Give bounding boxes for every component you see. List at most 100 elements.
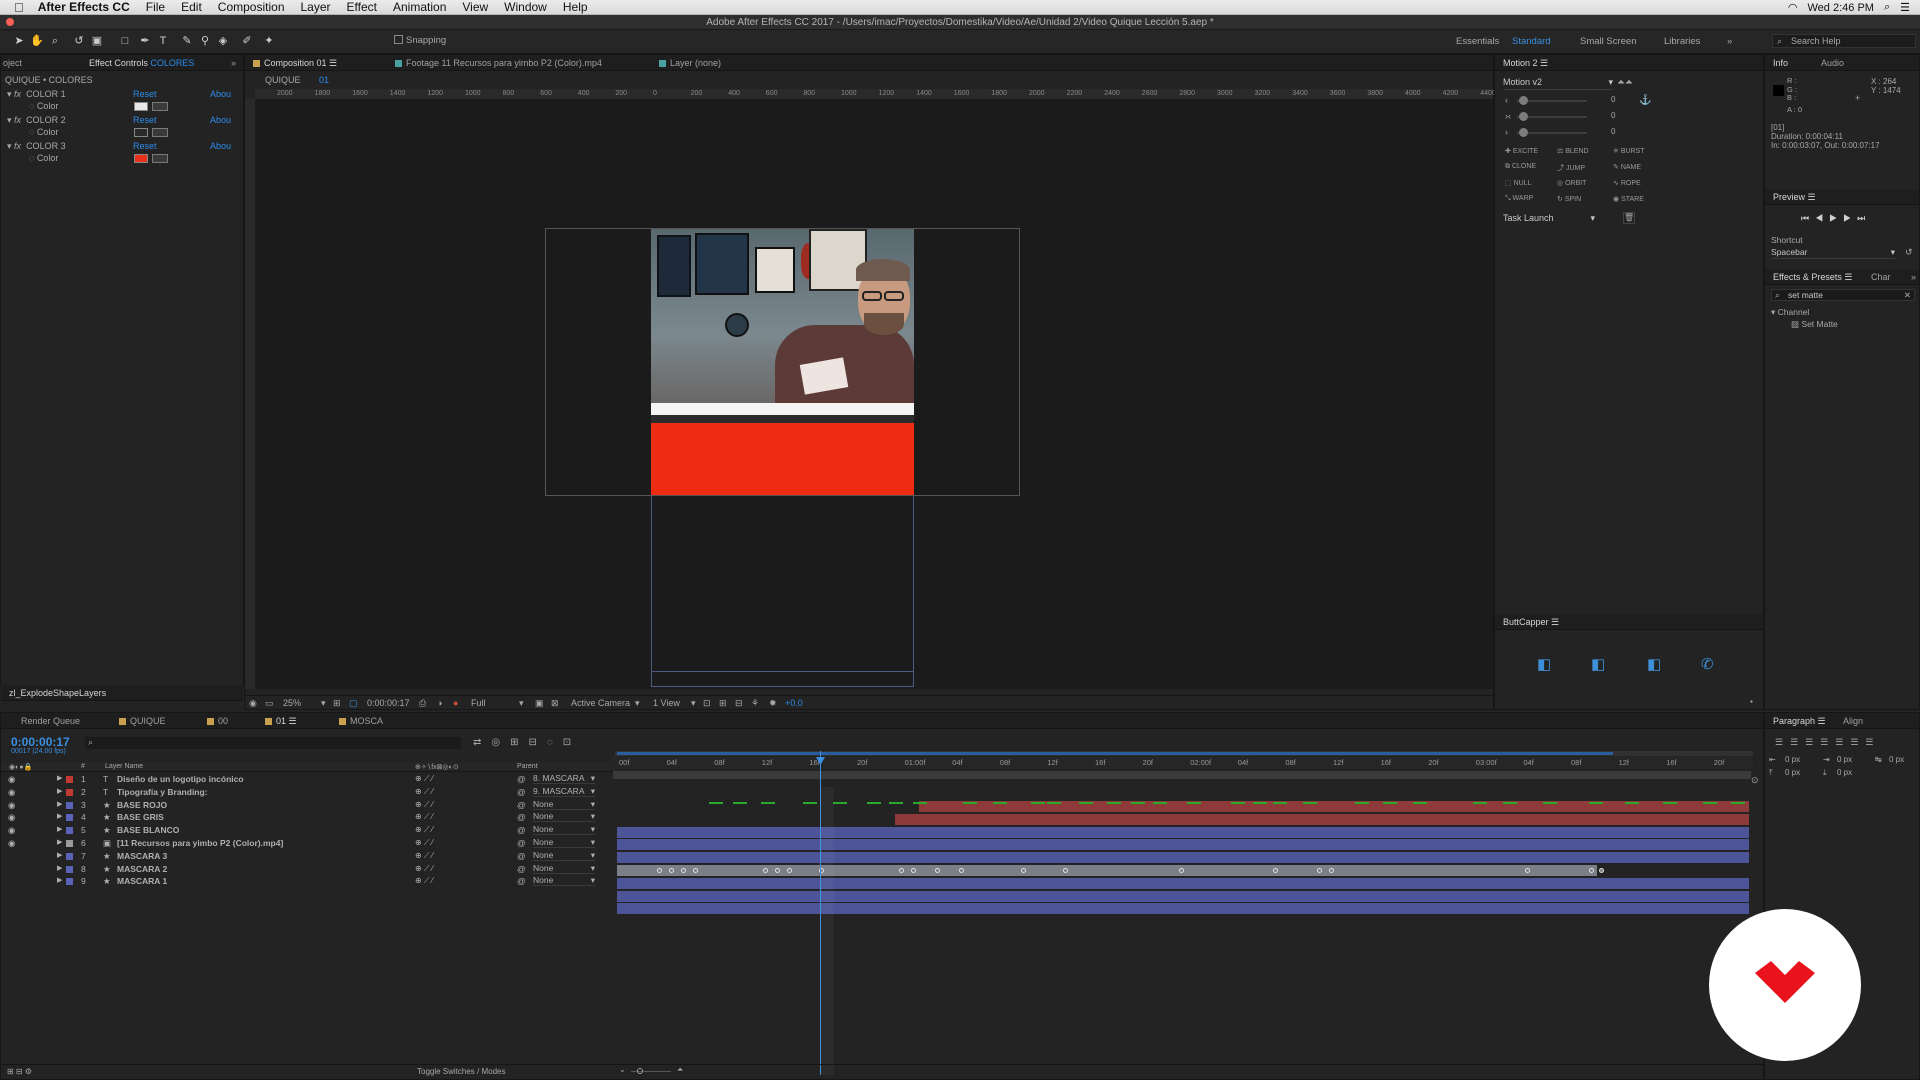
exposure-icon[interactable]: ✹ <box>769 698 777 709</box>
pickwhip-icon[interactable]: @ <box>517 774 526 784</box>
exposure-value[interactable]: +0.0 <box>785 698 803 708</box>
menu-composition[interactable]: Composition <box>210 0 293 14</box>
tab-comp-01[interactable]: 01 ☰ <box>265 716 297 727</box>
workspace-essentials[interactable]: Essentials <box>1456 36 1499 47</box>
label-color-swatch[interactable] <box>66 801 73 809</box>
keyframe-icon[interactable] <box>681 868 686 873</box>
layer-switches-icon[interactable]: ⊕ ⟋ ⁄ <box>415 838 433 848</box>
menu-animation[interactable]: Animation <box>385 0 454 14</box>
apple-icon[interactable]:  <box>0 0 30 15</box>
comp-marker-icon[interactable]: ⊙ <box>1751 775 1759 786</box>
camera-chevron-icon[interactable]: ▾ <box>635 698 640 709</box>
visibility-eye-icon[interactable]: ◉ <box>8 825 15 836</box>
layer-switches-icon[interactable]: ⊕ ⟋ ⁄ <box>415 800 433 810</box>
visibility-eye-icon[interactable]: ◉ <box>8 812 15 823</box>
tab-audio[interactable]: Audio <box>1821 58 1844 68</box>
layer-name[interactable]: BASE ROJO <box>117 800 167 810</box>
rotate-tool-icon[interactable]: ↺ <box>72 34 86 48</box>
expand-arrow-icon[interactable]: ▶ <box>57 787 62 795</box>
name-button[interactable]: ✎ NAME <box>1613 163 1641 171</box>
ease-knob-3[interactable] <box>1519 128 1528 137</box>
parent-dropdown[interactable]: None ▾ <box>533 875 595 887</box>
indent-left-value[interactable]: 0 px <box>1785 755 1800 764</box>
label-color-swatch[interactable] <box>66 814 73 822</box>
footer-switches-icon[interactable]: ⊞ ⊟ ⚙ <box>7 1067 32 1076</box>
resolution-dropdown[interactable]: Full <box>471 698 486 708</box>
tab-comp-mosca[interactable]: MOSCA <box>339 716 383 726</box>
graph-curve-icon[interactable]: ⏶⏶ <box>1617 77 1633 88</box>
keyframe-icon[interactable] <box>693 868 698 873</box>
keyframe-icon[interactable] <box>1525 868 1530 873</box>
keyframe-icon[interactable] <box>1599 868 1604 873</box>
snapshot-icon[interactable]: ⎙ <box>419 698 426 709</box>
pickwhip-icon[interactable]: @ <box>517 864 526 874</box>
layer-switches-icon[interactable]: ⊕ ⟋ ⁄ <box>415 774 433 784</box>
eyedropper-icon[interactable] <box>152 128 168 137</box>
layer-row[interactable]: ◉ ▶ 1 T Diseño de un logotipo incónico ⊕ ⟋ ⁄ @… <box>1 773 621 786</box>
comp-breadcrumb-quique[interactable]: QUIQUE <box>265 75 301 85</box>
excite-button[interactable]: ✚ EXCITE <box>1505 147 1538 155</box>
time-ruler[interactable]: 00f 04f 08f 12f 16f 20f 01:00f 04f 08f 12f 16f 20f 0… <box>613 757 1753 769</box>
layer-row[interactable]: ◉ ▶ 6 ▣ [11 Recursos para yimbo P2 (Color).m… <box>1 837 621 850</box>
layer-duration-bar[interactable] <box>617 890 1749 902</box>
ease-left-icon[interactable]: ‹ <box>1505 95 1508 105</box>
expand-arrow-icon[interactable]: ▶ <box>57 864 62 872</box>
tab-comp-00[interactable]: 00 <box>207 716 228 726</box>
effects-expand-icon[interactable]: » <box>1911 272 1916 282</box>
parent-dropdown[interactable]: 8. MASCARA ▾ <box>533 773 595 784</box>
warp-button[interactable]: ⤡ WARP <box>1505 195 1533 203</box>
zoom-chevron-icon[interactable]: ▾ <box>321 698 326 709</box>
more-workspaces-icon[interactable]: » <box>1727 36 1732 47</box>
timeline-timecode[interactable]: 0:00:00:17 <box>11 735 70 749</box>
wrench-icon[interactable]: ✆ <box>1701 655 1714 673</box>
clock[interactable]: Wed 2:46 PM <box>1808 2 1874 14</box>
label-color-swatch[interactable] <box>66 852 73 860</box>
label-color-swatch[interactable] <box>66 840 73 847</box>
menu-edit[interactable]: Edit <box>173 0 210 14</box>
expand-arrow-icon[interactable]: ▶ <box>57 812 62 820</box>
work-area-range[interactable] <box>617 752 1613 755</box>
menu-effect[interactable]: Effect <box>339 0 385 14</box>
pickwhip-icon[interactable]: @ <box>517 876 526 886</box>
layer-duration-bar[interactable] <box>617 903 1749 915</box>
region-icon[interactable]: ▭ <box>265 698 274 709</box>
space-before-value[interactable]: 0 px <box>1785 768 1800 777</box>
zoom-dropdown[interactable]: 25% <box>283 698 301 708</box>
layer-switches-icon[interactable]: ⊕ ⟋ ⁄ <box>415 825 433 835</box>
layer-name[interactable]: Tipografía y Branding: <box>117 787 208 797</box>
menu-window[interactable]: Window <box>496 0 555 14</box>
menu-view[interactable]: View <box>454 0 496 14</box>
panel-expand-icon[interactable]: » <box>231 58 236 68</box>
channel-icon[interactable]: ● <box>453 698 458 708</box>
type-tool-icon[interactable]: T <box>156 34 170 48</box>
layer-duration-bar[interactable] <box>895 813 1749 825</box>
layer-name[interactable]: Diseño de un logotipo incónico <box>117 774 244 784</box>
label-color-swatch[interactable] <box>66 776 73 783</box>
menu-file[interactable]: File <box>138 0 173 14</box>
tab-paragraph[interactable]: Paragraph ☰ <box>1773 716 1826 727</box>
trash-icon[interactable]: 🗑 <box>1623 212 1635 224</box>
keyframe-icon[interactable] <box>935 868 940 873</box>
pickwhip-icon[interactable]: @ <box>517 851 526 861</box>
reset-button-1[interactable]: Reset <box>133 89 157 99</box>
always-preview-icon[interactable]: ◉ <box>249 698 257 709</box>
round-cap-icon[interactable]: ◧ <box>1591 655 1605 673</box>
layer-row[interactable]: ▶ 7 ★ MASCARA 3 ⊕ ⟋ ⁄ @ None ▾ <box>1 850 621 863</box>
keyframe-icon[interactable] <box>1021 868 1026 873</box>
grid-icon[interactable]: ⊞ <box>333 698 341 709</box>
expand-arrow-icon[interactable]: ▶ <box>57 800 62 808</box>
square-cap-icon[interactable]: ◧ <box>1647 655 1661 673</box>
layer-name[interactable]: BASE BLANCO <box>117 825 179 835</box>
tab-composition-01[interactable]: Composition 01 ☰ <box>253 58 337 69</box>
layer-search-field[interactable]: ⌕ <box>85 737 461 749</box>
selection-tool-icon[interactable]: ➤ <box>12 34 26 48</box>
expand-arrow-icon[interactable]: ▶ <box>57 838 62 846</box>
parent-dropdown[interactable]: None ▾ <box>533 850 595 861</box>
pickwhip-icon[interactable]: @ <box>517 838 526 848</box>
menu-layer[interactable]: Layer <box>293 0 339 14</box>
visibility-eye-icon[interactable]: ◉ <box>8 800 15 811</box>
parent-dropdown[interactable]: None ▾ <box>533 837 595 848</box>
color-swatch-1[interactable] <box>134 102 148 111</box>
comp-canvas[interactable] <box>255 99 1493 689</box>
burst-button[interactable]: ✳ BURST <box>1613 147 1645 155</box>
